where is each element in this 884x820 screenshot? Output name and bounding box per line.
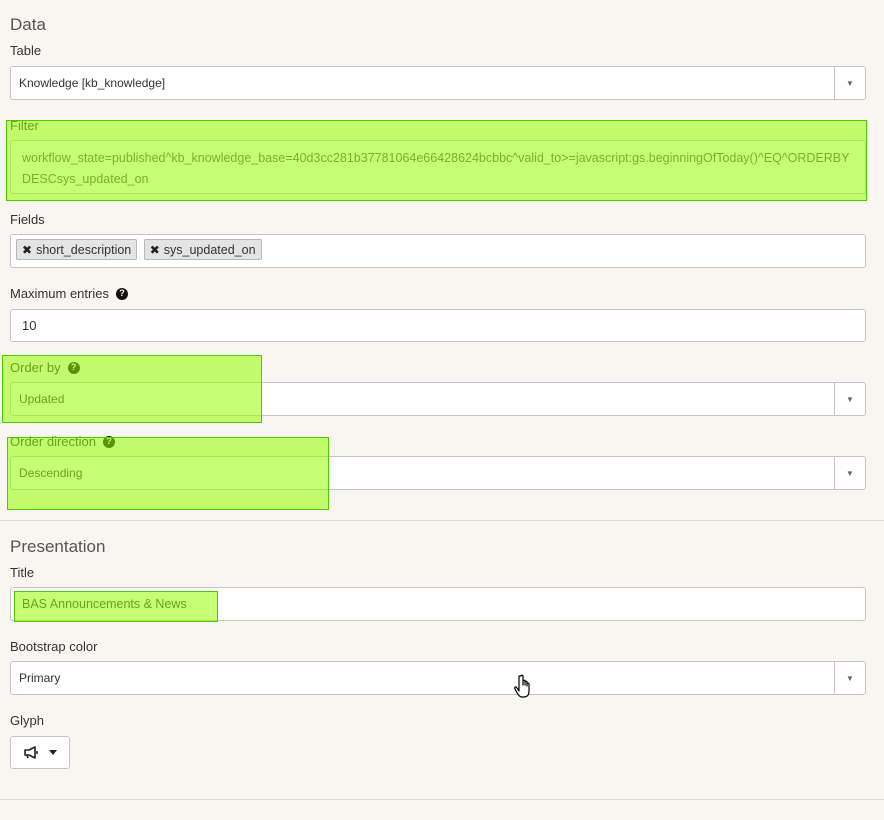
chevron-down-icon[interactable]: ▼ — [834, 67, 865, 99]
caret-down-icon — [48, 750, 57, 755]
bootstrap-color-value: Primary — [19, 671, 61, 685]
order-direction-label: Order direction ? — [10, 434, 115, 449]
max-entries-value: 10 — [22, 318, 37, 333]
filter-label-text: Filter — [10, 118, 39, 133]
title-label-text: Title — [10, 565, 35, 580]
order-direction-select[interactable]: Descending ▼ — [10, 456, 866, 490]
order-by-value: Updated — [19, 392, 65, 406]
order-by-select[interactable]: Updated ▼ — [10, 382, 866, 416]
section-divider — [0, 799, 884, 800]
remove-icon[interactable]: ✖ — [150, 243, 160, 257]
field-tag-label: sys_updated_on — [163, 242, 256, 257]
glyph-label-text: Glyph — [10, 713, 44, 728]
presentation-section-title: Presentation — [10, 537, 106, 556]
order-by-label-text: Order by — [10, 360, 61, 375]
max-entries-label-text: Maximum entries — [10, 286, 109, 301]
title-label: Title — [10, 565, 34, 580]
table-label-text: Table — [10, 43, 42, 58]
fields-tag-input[interactable]: ✖ short_description ✖ sys_updated_on — [10, 234, 866, 268]
bootstrap-color-label-text: Bootstrap color — [10, 639, 98, 654]
glyph-label: Glyph — [10, 713, 44, 728]
fields-label: Fields — [10, 212, 45, 227]
chevron-down-icon[interactable]: ▼ — [834, 662, 865, 694]
help-icon[interactable]: ? — [67, 361, 80, 374]
order-by-label: Order by ? — [10, 360, 80, 375]
bootstrap-color-label: Bootstrap color — [10, 639, 97, 654]
hand-cursor-icon — [514, 674, 530, 698]
table-select[interactable]: Knowledge [kb_knowledge] ▼ — [10, 66, 866, 100]
section-divider — [0, 520, 884, 521]
title-input[interactable]: BAS Announcements & News — [10, 587, 866, 621]
fields-label-text: Fields — [10, 212, 45, 227]
field-tag: ✖ sys_updated_on — [143, 239, 262, 260]
help-icon[interactable]: ? — [102, 435, 115, 448]
megaphone-icon — [23, 746, 38, 759]
chevron-down-icon[interactable]: ▼ — [834, 457, 865, 489]
field-tag-label: short_description — [36, 242, 132, 257]
bootstrap-color-select[interactable]: Primary ▼ — [10, 661, 866, 695]
data-section-title: Data — [10, 15, 46, 34]
table-label: Table — [10, 43, 41, 58]
chevron-down-icon[interactable]: ▼ — [834, 383, 865, 415]
filter-label: Filter — [10, 118, 39, 133]
remove-icon[interactable]: ✖ — [22, 243, 32, 257]
title-value: BAS Announcements & News — [22, 597, 187, 611]
field-tag: ✖ short_description — [16, 239, 138, 260]
max-entries-label: Maximum entries ? — [10, 286, 128, 301]
help-icon[interactable]: ? — [115, 287, 128, 300]
max-entries-input[interactable]: 10 — [10, 309, 866, 342]
table-select-value: Knowledge [kb_knowledge] — [19, 76, 166, 90]
filter-textarea[interactable]: workflow_state=published^kb_knowledge_ba… — [10, 140, 866, 194]
order-direction-label-text: Order direction — [10, 434, 96, 449]
order-direction-value: Descending — [19, 466, 83, 480]
glyph-picker-button[interactable] — [10, 736, 70, 769]
